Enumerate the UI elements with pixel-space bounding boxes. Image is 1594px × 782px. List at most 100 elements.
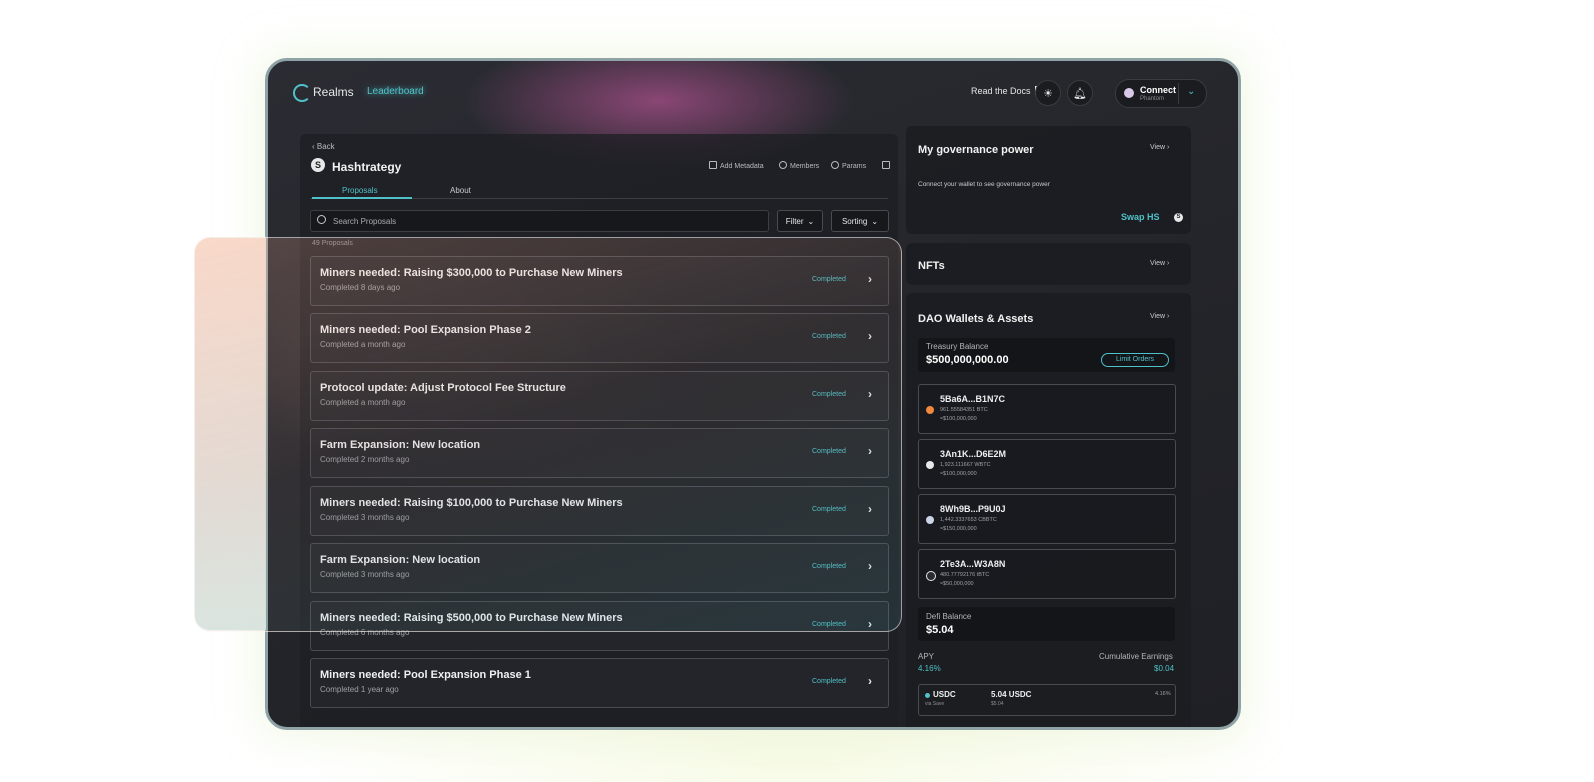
proposal-subtitle: Completed 8 days ago [320, 283, 401, 292]
usdc-amount-usd: $5.04 [991, 701, 1004, 707]
wallet-address: 5Ba6A...B1N7C [940, 394, 1006, 404]
governance-view-link[interactable]: View › [1150, 144, 1169, 151]
tbtc-icon [926, 571, 936, 581]
proposal-title: Farm Expansion: New location [320, 439, 481, 451]
chevron-right-icon: › [868, 444, 872, 458]
filter-label: Filter [785, 216, 804, 226]
governance-title: My governance power [918, 144, 1034, 156]
wallet-item[interactable]: 8Wh9B...P9U0J 1,442.3337653 CBBTC ≈$150,… [918, 494, 1176, 544]
sorting-button[interactable]: Sorting ⌄ [831, 210, 889, 232]
search-box[interactable] [310, 210, 769, 232]
proposal-row[interactable]: Miners needed: Pool Expansion Phase 2 Co… [310, 313, 889, 363]
dao-name: Hashtrategy [332, 160, 402, 174]
proposal-row[interactable]: Miners needed: Raising $100,000 to Purch… [310, 486, 889, 536]
realms-logo-icon[interactable] [293, 84, 311, 102]
nfts-card: NFTs View › [906, 243, 1191, 285]
wallet-item[interactable]: 3An1K...D6E2M 1,923.111667 WBTC ≈$100,00… [918, 439, 1176, 489]
members-label: Members [790, 163, 820, 170]
proposal-row[interactable]: Protocol update: Adjust Protocol Fee Str… [310, 371, 889, 421]
proposal-subtitle: Completed 1 year ago [320, 685, 399, 694]
back-label: Back [316, 142, 335, 151]
tab-proposals[interactable]: Proposals [342, 186, 378, 195]
proposal-title: Miners needed: Raising $300,000 to Purch… [320, 267, 623, 279]
proposal-title: Miners needed: Raising $500,000 to Purch… [320, 612, 623, 624]
params-link[interactable]: Params [831, 161, 866, 170]
glass-overlay-edge [194, 237, 266, 630]
nfts-title: NFTs [918, 260, 945, 272]
governance-card: My governance power View › Connect your … [906, 126, 1191, 234]
wallet-item[interactable]: 2Te3A...W3A8N 480.77792176 tBTC ≈$50,000… [918, 549, 1176, 599]
add-metadata-link[interactable]: Add Metadata [709, 161, 764, 170]
members-link[interactable]: Members [779, 161, 819, 170]
usdc-source: via Save [925, 701, 945, 707]
members-icon [779, 161, 787, 169]
proposal-row[interactable]: Miners needed: Raising $500,000 to Purch… [310, 601, 889, 651]
status-badge: Completed [812, 333, 846, 340]
status-badge: Completed [812, 448, 846, 455]
nfts-view-link[interactable]: View › [1150, 260, 1169, 267]
chevron-right-icon: › [868, 329, 872, 343]
realms-logo-text[interactable]: Realms [313, 85, 354, 99]
wallet-usd: ≈$150,000,000 [940, 526, 977, 532]
search-input[interactable] [331, 213, 755, 230]
proposal-row[interactable]: Farm Expansion: New location Completed 2… [310, 428, 889, 478]
limit-orders-button[interactable]: Limit Orders [1101, 353, 1169, 367]
proposal-row[interactable]: Miners needed: Raising $300,000 to Purch… [310, 256, 889, 306]
status-badge: Completed [812, 621, 846, 628]
defi-value: $5.04 [926, 624, 954, 636]
usdc-icon [925, 693, 930, 698]
proposal-row[interactable]: Miners needed: Pool Expansion Phase 1 Co… [310, 658, 889, 708]
usdc-name: USDC [933, 690, 956, 699]
proposal-row[interactable]: Farm Expansion: New location Completed 3… [310, 543, 889, 593]
proposal-title: Miners needed: Raising $100,000 to Purch… [320, 497, 623, 509]
wallet-item[interactable]: 5Ba6A...B1N7C 961.55584351 BTC ≈$100,000… [918, 384, 1176, 434]
proposals-panel: ‹ Back S Hashtrategy Add Metadata Member… [300, 134, 898, 727]
status-badge: Completed [812, 391, 846, 398]
back-link[interactable]: ‹ Back [312, 142, 335, 151]
wallet-address: 8Wh9B...P9U0J [940, 504, 1006, 514]
params-label: Params [842, 163, 867, 170]
wallets-view-link[interactable]: View › [1150, 313, 1169, 320]
wallet-usd: ≈$50,000,000 [940, 581, 974, 587]
status-badge: Completed [812, 276, 846, 283]
status-badge: Completed [812, 506, 846, 513]
read-docs-link[interactable]: Read the Docs [971, 86, 1044, 96]
proposal-subtitle: Completed 2 months ago [320, 455, 410, 464]
usdc-position[interactable]: USDC via Save 5.04 USDC $5.04 4.16% [918, 684, 1176, 716]
dao-wallets-card: DAO Wallets & Assets View › Treasury Bal… [906, 293, 1191, 727]
defi-label: Defi Balance [926, 612, 972, 621]
connect-wallet-name: Phantom [1140, 96, 1165, 102]
search-icon [317, 215, 326, 224]
filter-button[interactable]: Filter ⌄ [777, 210, 823, 232]
swap-hs-link[interactable]: Swap HS [1121, 212, 1160, 222]
usdc-rate: 4.16% [1155, 691, 1171, 697]
tab-about[interactable]: About [450, 186, 471, 195]
cbbtc-icon [926, 516, 934, 524]
theme-toggle-button[interactable]: ☀ [1035, 80, 1061, 106]
chevron-down-icon[interactable]: ⌄ [1187, 86, 1195, 97]
view-label: View [1150, 313, 1166, 320]
external-link-button[interactable] [882, 161, 890, 170]
dao-logo-icon: S [311, 158, 325, 172]
wallet-usd: ≈$100,000,000 [940, 416, 977, 422]
view-label: View [1150, 144, 1166, 151]
add-metadata-label: Add Metadata [720, 163, 764, 170]
proposal-title: Miners needed: Pool Expansion Phase 2 [320, 324, 531, 336]
app-window: Realms Leaderboard Read the Docs ☀ 🔔︎ Co… [265, 58, 1241, 730]
apy-label: APY [918, 652, 935, 661]
image-icon [709, 161, 717, 169]
phantom-icon [1124, 88, 1134, 98]
proposal-title: Protocol update: Adjust Protocol Fee Str… [320, 382, 566, 394]
treasury-label: Treasury Balance [926, 342, 989, 351]
chevron-right-icon: › [868, 559, 872, 573]
proposal-subtitle: Completed a month ago [320, 398, 406, 407]
proposal-title: Miners needed: Pool Expansion Phase 1 [320, 669, 531, 681]
wallet-address: 3An1K...D6E2M [940, 449, 1007, 459]
btc-icon [926, 406, 934, 414]
chevron-right-icon: › [868, 502, 872, 516]
cumulative-earnings-value: $0.04 [1154, 664, 1175, 673]
connect-wallet-button[interactable]: Connect Phantom ⌄ [1115, 79, 1207, 108]
status-badge: Completed [812, 678, 846, 685]
leaderboard-link[interactable]: Leaderboard [367, 86, 424, 97]
notifications-button[interactable]: 🔔︎ [1067, 80, 1093, 106]
